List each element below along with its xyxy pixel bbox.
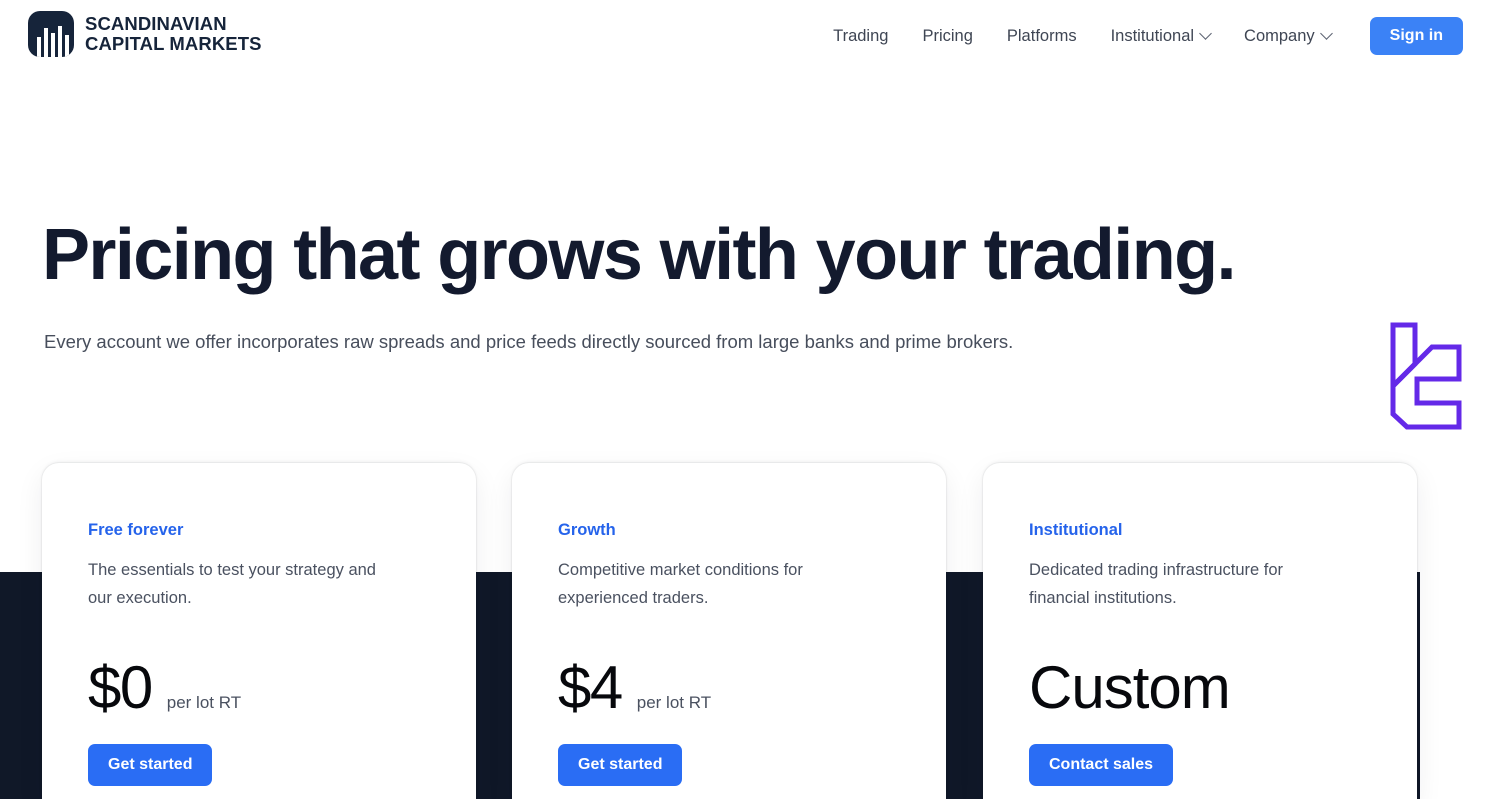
nav-item-label: Platforms — [1006, 26, 1077, 45]
plan-name: Institutional — [1029, 521, 1123, 539]
nav-item-trading[interactable]: Trading — [816, 19, 905, 54]
nav-item-label: Institutional — [1110, 26, 1195, 45]
pricing-card-institutional: Institutional Dedicated trading infrastr… — [983, 463, 1417, 799]
plan-name: Free forever — [88, 521, 184, 539]
plan-price-row: $4 per lot RT — [558, 658, 900, 724]
plan-description: Competitive market conditions for experi… — [558, 561, 803, 607]
plan-price-row: $0 per lot RT — [88, 658, 430, 724]
page-subtitle: Every account we offer incorporates raw … — [44, 331, 1014, 352]
nav-item-label: Trading — [833, 26, 889, 45]
get-started-button[interactable]: Get started — [88, 744, 213, 787]
bar-chart-mark-icon — [28, 11, 74, 57]
plan-price-unit: per lot RT — [636, 693, 712, 713]
page-title: Pricing that grows with your trading. — [42, 215, 1236, 295]
plan-price: $0 — [88, 654, 153, 722]
nav-item-institutional[interactable]: Institutional — [1094, 19, 1227, 54]
sign-in-button[interactable]: Sign in — [1369, 17, 1463, 55]
nav-item-company[interactable]: Company — [1227, 19, 1348, 54]
get-started-button[interactable]: Get started — [558, 744, 683, 787]
chevron-down-icon — [1319, 26, 1333, 40]
nav-item-label: Pricing — [922, 26, 973, 45]
pricing-card-growth: Growth Competitive market conditions for… — [512, 463, 946, 799]
brand-line-2: CAPITAL MARKETS — [85, 33, 262, 54]
plan-price-unit: per lot RT — [166, 693, 242, 713]
nav-item-label: Company — [1244, 26, 1315, 45]
plan-price: $4 — [558, 654, 623, 722]
site-header: SCANDINAVIAN CAPITAL MARKETS Trading Pri… — [0, 0, 1491, 72]
purple-monogram-icon — [1387, 317, 1465, 433]
chevron-down-icon — [1199, 26, 1212, 40]
primary-navigation: Trading Pricing Platforms Institutional … — [816, 0, 1463, 72]
brand-line-1: SCANDINAVIAN — [85, 13, 227, 35]
plan-description: Dedicated trading infrastructure for fin… — [1029, 561, 1284, 607]
contact-sales-button[interactable]: Contact sales — [1029, 744, 1174, 787]
plan-name: Growth — [558, 521, 616, 539]
plan-description: The essentials to test your strategy and… — [88, 561, 376, 607]
nav-item-pricing[interactable]: Pricing — [905, 19, 989, 54]
nav-item-platforms[interactable]: Platforms — [990, 19, 1094, 54]
plan-price: Custom — [1029, 654, 1231, 722]
brand-logo[interactable]: SCANDINAVIAN CAPITAL MARKETS — [28, 11, 262, 57]
plan-price-row: Custom — [1029, 658, 1371, 724]
brand-wordmark: SCANDINAVIAN CAPITAL MARKETS — [85, 14, 262, 54]
pricing-card-free-forever: Free forever The essentials to test your… — [42, 463, 476, 799]
